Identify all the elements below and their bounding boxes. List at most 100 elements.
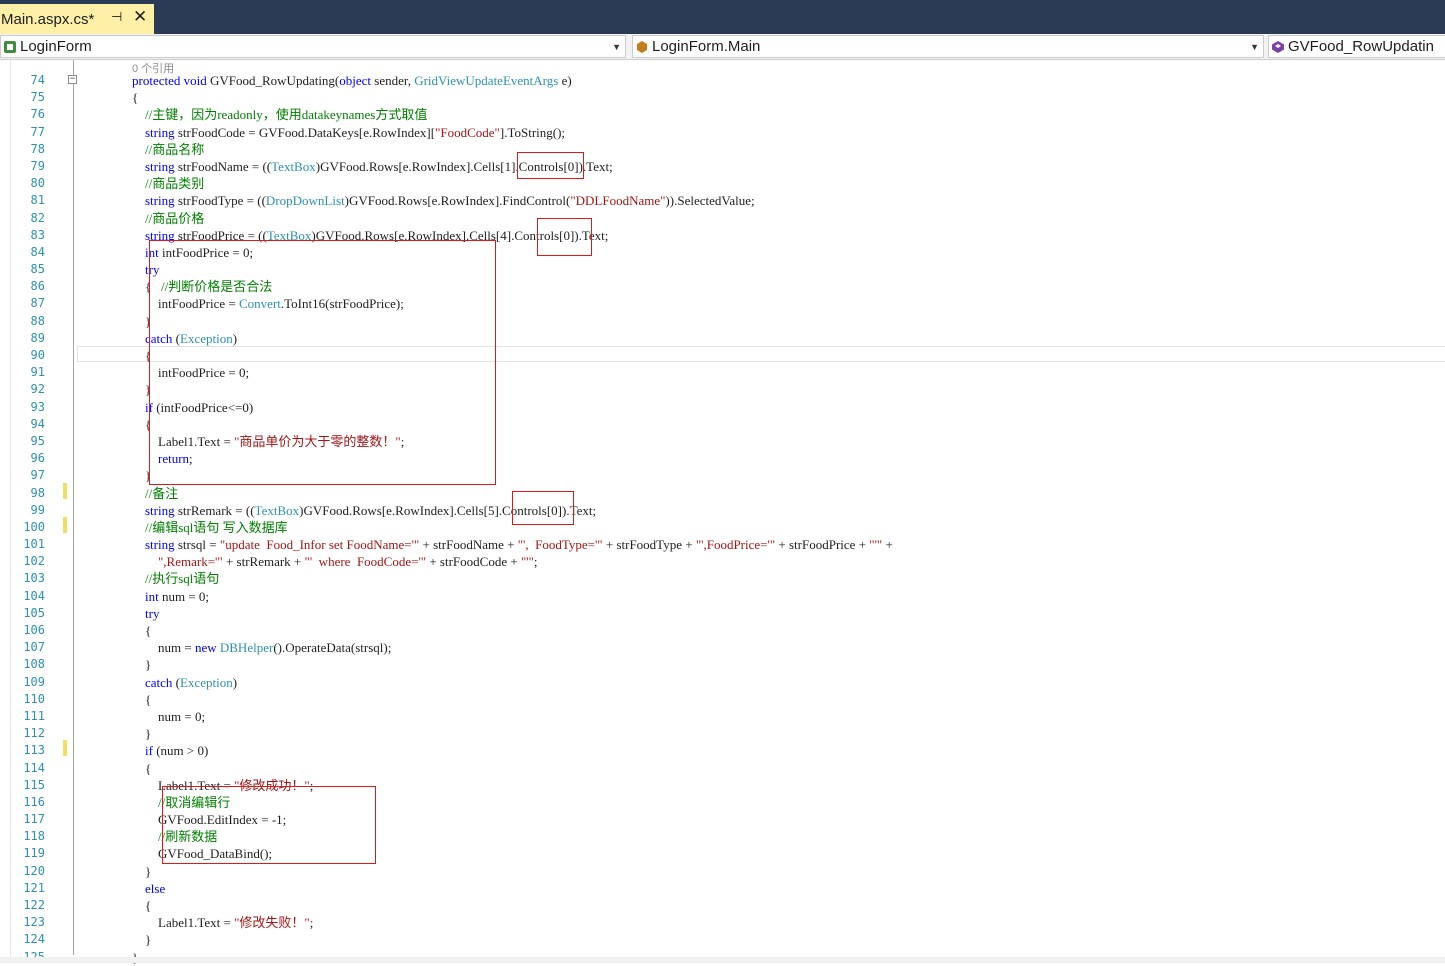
keyword-token: try — [145, 605, 160, 621]
code-line[interactable]: 120 } — [0, 863, 1445, 880]
code-token: ; — [309, 915, 314, 931]
line-number: 119 — [23, 846, 45, 861]
code-line[interactable]: 78 //商品名称 — [0, 141, 1445, 158]
line-number: 124 — [23, 932, 45, 947]
keyword-token: protected void — [132, 73, 210, 88]
code-token: num = 0; — [132, 708, 206, 724]
code-line[interactable]: 111 num = 0; — [0, 708, 1445, 725]
annotation-box-cells1 — [517, 152, 584, 179]
code-line[interactable]: 105 try — [0, 605, 1445, 622]
code-line[interactable]: 104 int num = 0; — [0, 588, 1445, 605]
code-token: + — [882, 537, 893, 553]
close-icon[interactable]: ✕ — [133, 7, 147, 27]
code-line[interactable]: 123 Label1.Text = "修改失败！"; — [0, 914, 1445, 931]
code-line[interactable]: 107 num = new DBHelper().OperateData(str… — [0, 639, 1445, 656]
line-number: 123 — [23, 915, 45, 930]
code-text: Label1.Text = "修改失败！"; — [132, 914, 313, 931]
code-line[interactable]: 102 ",Remark='" + strRemark + "' where F… — [0, 553, 1445, 570]
code-line[interactable]: 82 //商品价格 — [0, 210, 1445, 227]
csharp-project-icon — [4, 40, 16, 53]
line-number: 82 — [30, 210, 45, 225]
horizontal-scrollbar[interactable] — [0, 957, 1445, 963]
pin-icon[interactable]: ⊣ — [111, 10, 122, 25]
line-number: 100 — [23, 519, 45, 534]
navigation-bar: LoginForm ▼ LoginForm.Main ▼ GVFood_RowU… — [0, 34, 1445, 60]
code-line[interactable]: 99 string strRemark = ((TextBox)GVFood.R… — [0, 502, 1445, 519]
code-line[interactable]: 109 catch (Exception) — [0, 674, 1445, 691]
code-line[interactable]: 77 string strFoodCode = GVFood.DataKeys[… — [0, 124, 1445, 141]
document-tab-title: Main.aspx.cs* — [1, 10, 95, 28]
code-line[interactable]: 121 else — [0, 880, 1445, 897]
code-text: //商品类别 — [132, 175, 204, 192]
code-line[interactable]: 112 } — [0, 725, 1445, 742]
line-number: 95 — [30, 433, 45, 448]
code-token: strFoodType = (( — [174, 193, 266, 209]
code-line[interactable]: 110 { — [0, 691, 1445, 708]
code-text: else — [132, 880, 165, 897]
code-token: num = 0; — [158, 588, 210, 604]
line-number: 85 — [30, 262, 45, 277]
code-token: } — [132, 863, 152, 879]
code-text: try — [132, 605, 159, 622]
code-text: { — [132, 89, 138, 106]
code-text: //主键，因为readonly，使用datakeynames方式取值 — [132, 106, 427, 123]
code-text: int num = 0; — [132, 588, 209, 605]
code-line[interactable]: 75 { — [0, 89, 1445, 106]
line-number: 104 — [23, 588, 45, 603]
code-token: { — [132, 90, 139, 106]
code-token: strFoodCode = GVFood.DataKeys[e.RowIndex… — [174, 124, 436, 140]
keyword-token: catch — [145, 674, 173, 690]
code-token: ().OperateData(strsql); — [273, 640, 392, 656]
code-line[interactable]: 100 //编辑sql语句 写入数据库 — [0, 519, 1445, 536]
code-line[interactable]: 106 { — [0, 622, 1445, 639]
line-number: 103 — [23, 571, 45, 586]
code-line[interactable]: 122 { — [0, 897, 1445, 914]
line-number: 98 — [30, 485, 45, 500]
keyword-token: if — [145, 743, 153, 759]
code-line[interactable]: 103 //执行sql语句 — [0, 570, 1445, 587]
code-line[interactable]: 124 } — [0, 931, 1445, 948]
annotation-box-cancel-edit — [162, 786, 376, 864]
project-dropdown[interactable]: LoginForm ▼ — [0, 35, 626, 58]
code-line[interactable]: 76 //主键，因为readonly，使用datakeynames方式取值 — [0, 106, 1445, 123]
code-line[interactable]: 74 protected void GVFood_RowUpdating(obje… — [0, 72, 1445, 89]
code-line[interactable]: 108 } — [0, 656, 1445, 673]
line-number: 108 — [23, 657, 45, 672]
code-text: { — [132, 897, 151, 914]
comment-token: //商品类别 — [145, 176, 205, 192]
code-text: //商品名称 — [132, 141, 204, 158]
comment-token: //编辑sql语句 写入数据库 — [145, 519, 288, 535]
type-token: TextBox — [254, 502, 300, 518]
document-tab[interactable]: Main.aspx.cs* ⊣ ✕ — [0, 4, 154, 34]
code-line[interactable]: 113 if (num > 0) — [0, 742, 1445, 759]
code-line[interactable]: 98 //备注 — [0, 485, 1445, 502]
code-line[interactable]: 101 string strsql = "update Food_Infor s… — [0, 536, 1445, 553]
title-bar: Main.aspx.cs* ⊣ ✕ — [0, 0, 1445, 34]
class-dropdown[interactable]: LoginForm.Main ▼ — [632, 35, 1264, 58]
keyword-token: string — [145, 502, 175, 518]
code-text: num = new DBHelper().OperateData(strsql)… — [132, 639, 391, 656]
code-line[interactable]: 79 string strFoodName = ((TextBox)GVFood… — [0, 158, 1445, 175]
comment-token: //商品名称 — [145, 141, 205, 157]
code-line[interactable]: 80 //商品类别 — [0, 175, 1445, 192]
line-number: 79 — [30, 158, 45, 173]
code-text: } — [132, 931, 151, 948]
code-line[interactable]: 114 { — [0, 760, 1445, 777]
code-token: + strFoodCode + — [426, 554, 521, 570]
code-token: strRemark = (( — [174, 502, 255, 518]
code-line[interactable]: 81 string strFoodType = ((DropDownList)G… — [0, 192, 1445, 209]
code-text: //执行sql语句 — [132, 570, 219, 587]
code-token: (num > 0) — [152, 743, 209, 759]
code-token: strFoodName = (( — [174, 158, 272, 174]
member-dropdown[interactable]: GVFood_RowUpdatin — [1268, 35, 1445, 58]
line-number: 117 — [23, 812, 45, 827]
